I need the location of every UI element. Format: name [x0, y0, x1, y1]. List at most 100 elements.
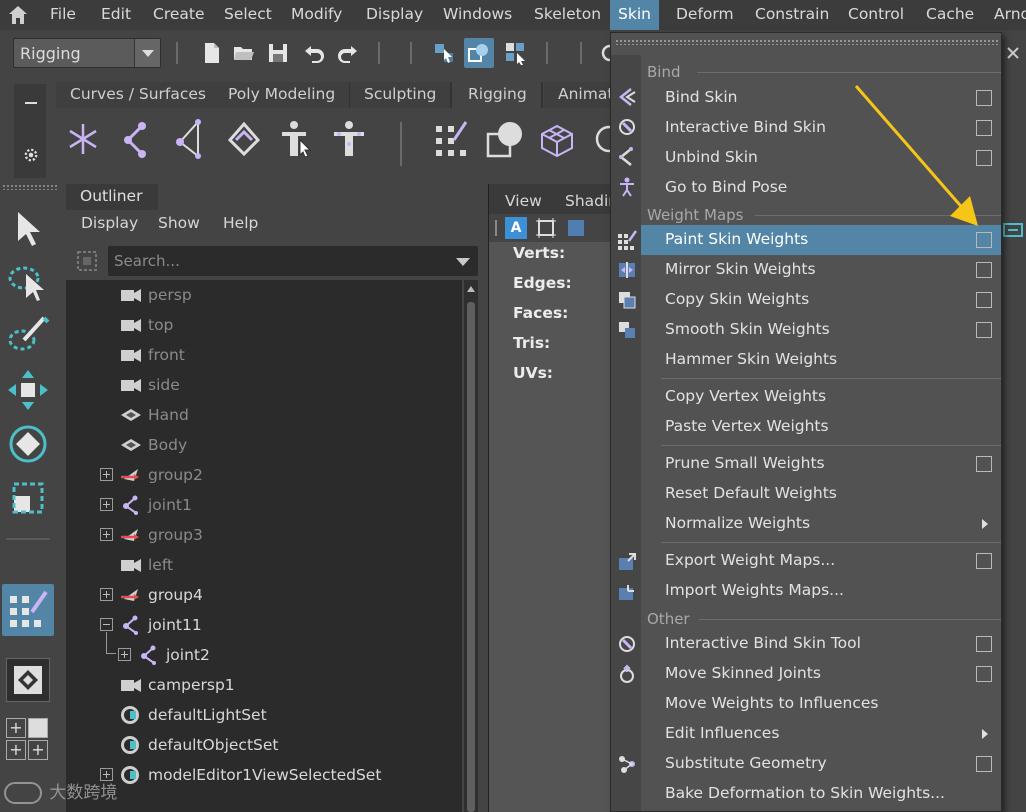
menu-item-edit-influences[interactable]: Edit Influences — [641, 719, 1001, 749]
select-by-hierarchy-icon[interactable] — [432, 41, 456, 65]
outliner-row[interactable]: side — [66, 370, 462, 400]
menu-skin[interactable]: Skin — [610, 0, 659, 30]
outliner-row[interactable]: group2 — [66, 460, 462, 490]
outliner-row[interactable]: joint11 — [66, 610, 462, 640]
expand-icon[interactable] — [100, 468, 113, 481]
undo-icon[interactable] — [302, 41, 326, 65]
close-icon[interactable] — [1006, 46, 1020, 60]
redo-icon[interactable] — [336, 41, 360, 65]
menu-create[interactable]: Create — [153, 0, 205, 30]
menu-file[interactable]: File — [50, 0, 76, 30]
menu-item-move-skinned-joints[interactable]: Move Skinned Joints — [641, 659, 1001, 689]
shelf-tab-curves-surfaces[interactable]: Curves / Surfaces — [56, 82, 223, 108]
single-view-layout-button[interactable] — [6, 658, 50, 702]
ik-handle-icon[interactable] — [170, 118, 212, 160]
menu-item-smooth-skin-weights[interactable]: Smooth Skin Weights — [641, 315, 1001, 345]
persp-graph-layout-icon[interactable]: + — [28, 740, 48, 760]
paint-skin-weights-tool-button[interactable] — [2, 584, 54, 636]
menu-item-paste-vertex-weights[interactable]: Paste Vertex Weights — [641, 412, 1001, 442]
outliner-row[interactable]: joint2 — [66, 632, 462, 670]
menu-control[interactable]: Control — [848, 0, 904, 30]
menu-deform[interactable]: Deform — [676, 0, 734, 30]
menu-item-import-weights-maps[interactable]: Import Weights Maps... — [641, 576, 1001, 606]
outliner-row[interactable]: defaultObjectSet — [66, 730, 462, 760]
four-view-layout-icon[interactable]: + — [6, 718, 26, 738]
menu-item-bake-deformation-to-skin-weights[interactable]: Bake Deformation to Skin Weights... — [641, 779, 1001, 809]
outliner-menu-help[interactable]: Help — [223, 214, 258, 232]
persp-outliner-layout-icon[interactable]: + — [6, 740, 26, 760]
scrollbar-thumb[interactable] — [467, 302, 475, 812]
outliner-row[interactable]: persp — [66, 280, 462, 310]
select-tool-icon[interactable] — [4, 204, 52, 252]
option-box-icon[interactable] — [976, 262, 992, 278]
outliner-row[interactable]: left — [66, 550, 462, 580]
menu-item-hammer-skin-weights[interactable]: Hammer Skin Weights — [641, 345, 1001, 375]
filter-icon[interactable] — [76, 250, 98, 272]
human-ik-icon[interactable] — [328, 118, 370, 160]
menu-select[interactable]: Select — [224, 0, 272, 30]
gear-icon[interactable] — [22, 146, 40, 164]
menu-item-move-weights-to-influences[interactable]: Move Weights to Influences — [641, 689, 1001, 719]
menu-item-export-weight-maps[interactable]: Export Weight Maps... — [641, 546, 1001, 576]
grid-display-icon[interactable] — [565, 217, 587, 239]
tear-off-grip[interactable] — [615, 39, 999, 45]
option-box-icon[interactable] — [976, 666, 992, 682]
menu-set-dropdown[interactable]: Rigging — [13, 38, 161, 68]
outliner-menu-show[interactable]: Show — [158, 214, 200, 232]
outliner-row[interactable]: defaultLightSet — [66, 700, 462, 730]
create-joints-icon[interactable] — [116, 118, 158, 160]
outliner-scrollbar[interactable] — [464, 280, 478, 812]
option-box-icon[interactable] — [976, 456, 992, 472]
shelf-tab-poly-modeling[interactable]: Poly Modeling — [214, 82, 352, 108]
scale-tool-icon[interactable] — [4, 474, 52, 522]
outliner-row[interactable]: campersp1 — [66, 670, 462, 700]
bind-skin-icon[interactable] — [222, 118, 264, 160]
shelf-tab-rigging[interactable]: Rigging — [454, 82, 543, 108]
menu-edit[interactable]: Edit — [101, 0, 131, 30]
shelf-tab-sculpting[interactable]: Sculpting — [350, 82, 453, 108]
perspective-layout-icon[interactable] — [28, 718, 48, 738]
menu-arnold[interactable]: Arno — [994, 0, 1026, 30]
menu-item-mirror-skin-weights[interactable]: Mirror Skin Weights — [641, 255, 1001, 285]
create-locator-icon[interactable] — [62, 118, 104, 160]
attribute-editor-icon[interactable]: A — [505, 217, 527, 239]
camera-frame-icon[interactable] — [535, 217, 557, 239]
outliner-search-input[interactable]: Search... — [108, 246, 478, 276]
lattice-deformer-icon[interactable] — [536, 118, 578, 160]
wrap-deformer-icon[interactable] — [484, 118, 526, 160]
menu-item-copy-skin-weights[interactable]: Copy Skin Weights — [641, 285, 1001, 315]
home-icon[interactable] — [6, 3, 30, 27]
save-scene-icon[interactable] — [266, 41, 290, 65]
outliner-row[interactable]: Hand — [66, 400, 462, 430]
menu-modify[interactable]: Modify — [291, 0, 342, 30]
expand-icon[interactable] — [100, 498, 113, 511]
outliner-row[interactable]: group4 — [66, 580, 462, 610]
menu-item-copy-vertex-weights[interactable]: Copy Vertex Weights — [641, 382, 1001, 412]
viewport-toolbar-icon[interactable] — [1002, 220, 1024, 240]
expand-icon[interactable] — [100, 588, 113, 601]
paint-select-tool-icon[interactable] — [4, 312, 52, 360]
select-by-component-icon[interactable] — [504, 41, 528, 65]
menu-cache[interactable]: Cache — [926, 0, 974, 30]
move-tool-icon[interactable] — [4, 366, 52, 414]
option-box-icon[interactable] — [976, 756, 992, 772]
outliner-row[interactable]: front — [66, 340, 462, 370]
menu-skeleton[interactable]: Skeleton — [534, 0, 601, 30]
chevron-down-icon[interactable] — [456, 258, 470, 266]
outliner-tab[interactable]: Outliner — [66, 184, 158, 210]
menu-constrain[interactable]: Constrain — [755, 0, 829, 30]
expand-icon[interactable] — [118, 648, 131, 661]
option-box-icon[interactable] — [976, 322, 992, 338]
outliner-row[interactable]: modelEditor1ViewSelectedSet — [66, 760, 462, 790]
outliner-row[interactable]: group3 — [66, 520, 462, 550]
menu-item-substitute-geometry[interactable]: Substitute Geometry — [641, 749, 1001, 779]
option-box-icon[interactable] — [976, 553, 992, 569]
menu-item-interactive-bind-skin-tool[interactable]: Interactive Bind Skin Tool — [641, 629, 1001, 659]
open-scene-icon[interactable] — [232, 41, 256, 65]
quick-rig-icon[interactable] — [276, 118, 318, 160]
menu-item-normalize-weights[interactable]: Normalize Weights — [641, 509, 1001, 539]
outliner-row[interactable]: top — [66, 310, 462, 340]
menu-display[interactable]: Display — [366, 0, 423, 30]
viewport-menu-view[interactable]: View — [505, 192, 542, 210]
outliner-row[interactable]: joint1 — [66, 490, 462, 520]
